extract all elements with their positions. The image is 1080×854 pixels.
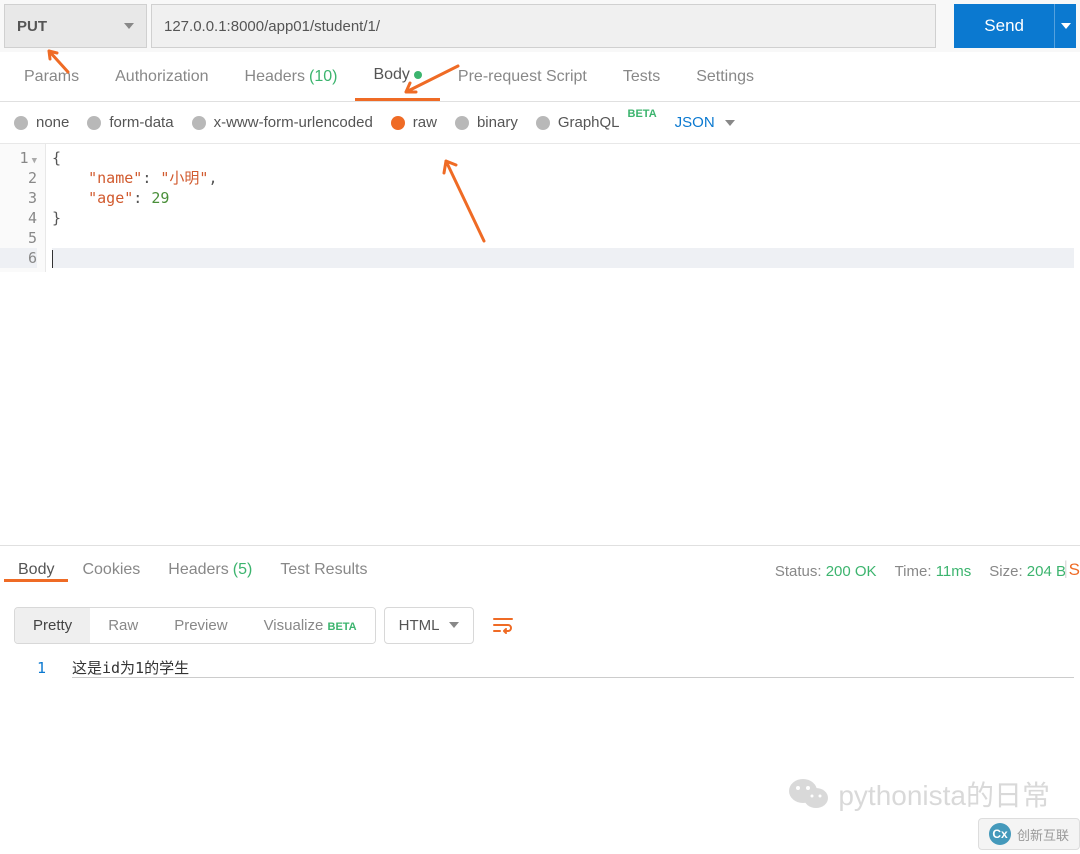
resp-tab-testresults[interactable]: Test Results [266,561,381,579]
beta-badge: BETA [328,621,357,633]
size-value: 204 B [1027,563,1066,580]
response-format-row: Pretty Raw Preview Visualize BETA HTML [0,596,1080,654]
truncated-text: S [1069,560,1080,580]
tab-headers[interactable]: Headers (10) [227,52,356,101]
response-section: Body Cookies Headers (5) Test Results St… [0,545,1080,682]
request-tabs: Params Authorization Headers (10) Body P… [0,52,1080,102]
url-input[interactable] [151,4,936,48]
code-area[interactable]: { "name": "小明", "age": 29 } [46,144,1080,272]
wrap-lines-button[interactable] [482,606,524,644]
chevron-down-icon [1061,23,1071,29]
watermark: pythonista的日常 [788,774,1050,814]
resp-code: 这是id为1的学生 [66,654,1080,682]
bodytype-formdata[interactable]: form-data [87,114,173,131]
tab-settings[interactable]: Settings [678,52,772,101]
resp-tab-headers[interactable]: Headers (5) [154,561,266,579]
radio-icon [14,116,28,130]
radio-icon [455,116,469,130]
resp-gutter: 1 [0,654,66,682]
tab-authorization[interactable]: Authorization [97,52,226,101]
format-preview[interactable]: Preview [156,608,245,643]
status-value: 200 OK [826,563,877,580]
send-button[interactable]: Send [954,4,1054,48]
beta-badge: BETA [628,108,657,120]
resp-tab-cookies[interactable]: Cookies [68,561,154,579]
watermark-badge: Cx 创新互联 [978,818,1080,850]
tab-params[interactable]: Params [6,52,97,101]
editor-gutter: 1▼ 2 3 4 5 6 [0,144,46,272]
radio-checked-icon [391,116,405,130]
send-dropdown[interactable] [1054,4,1076,48]
response-language-select[interactable]: HTML [384,607,475,644]
format-tabs: Pretty Raw Preview Visualize BETA [14,607,376,644]
radio-icon [192,116,206,130]
bodytype-raw[interactable]: raw [391,114,437,131]
bodytype-urlencoded[interactable]: x-www-form-urlencoded [192,114,373,131]
cx-logo-icon: Cx [989,823,1011,845]
response-body-editor[interactable]: 1 这是id为1的学生 [0,654,1080,682]
http-method-label: PUT [17,18,47,35]
bodytype-none[interactable]: none [14,114,69,131]
response-status: Status: 200 OK Time: 11ms Size: 204 B [775,563,1076,580]
chevron-down-icon [449,622,459,628]
radio-icon [536,116,550,130]
request-body-editor[interactable]: 1▼ 2 3 4 5 6 { "name": "小明", "age": 29 } [0,144,1080,272]
cursor-icon [52,250,53,268]
http-method-select[interactable]: PUT [4,4,147,48]
fold-icon: ▼ [32,156,37,166]
time-value: 11ms [936,563,972,580]
divider: | [1063,558,1068,579]
tab-tests[interactable]: Tests [605,52,678,101]
chevron-down-icon [124,23,134,29]
resp-tab-body[interactable]: Body [4,561,68,582]
tab-prerequest[interactable]: Pre-request Script [440,52,605,101]
wrap-icon [492,616,514,634]
chevron-down-icon [725,120,735,126]
response-tabs-row: Body Cookies Headers (5) Test Results St… [0,546,1080,596]
tab-body[interactable]: Body [355,52,439,101]
body-type-row: none form-data x-www-form-urlencoded raw… [0,102,1080,144]
radio-icon [87,116,101,130]
wechat-icon [788,776,830,812]
request-url-bar: PUT Send [0,0,1080,52]
bodytype-graphql[interactable]: GraphQLBETA [536,114,657,131]
raw-language-select[interactable]: JSON [675,114,735,131]
bodytype-binary[interactable]: binary [455,114,518,131]
send-button-group: Send [940,4,1076,48]
headers-count: (10) [309,68,337,86]
format-visualize[interactable]: Visualize BETA [246,608,375,643]
body-indicator-icon [414,71,422,79]
format-pretty[interactable]: Pretty [15,608,90,643]
format-raw[interactable]: Raw [90,608,156,643]
resp-headers-count: (5) [233,561,253,579]
